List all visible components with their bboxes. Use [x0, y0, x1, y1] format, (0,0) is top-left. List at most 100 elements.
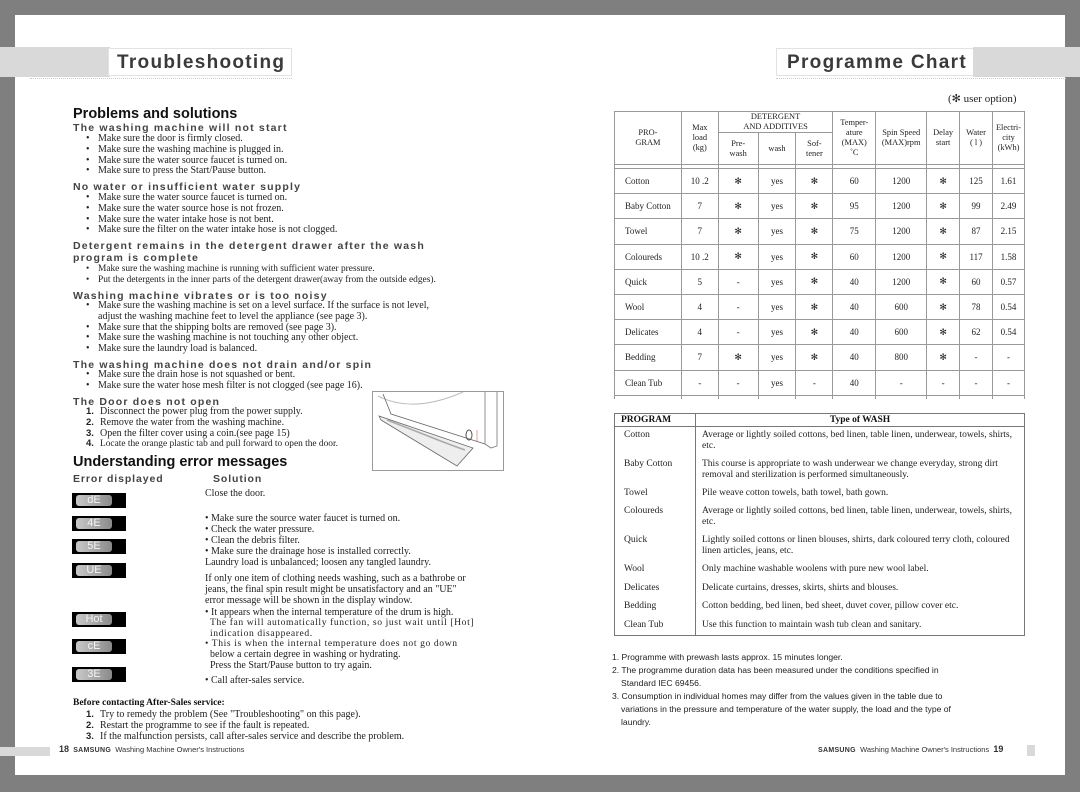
cell-wash: yes — [757, 218, 797, 245]
cell-prewash: ✻ — [717, 193, 759, 220]
wash-row: Wool Only machine washable woolens with p… — [614, 561, 1025, 580]
col-solution: Solution — [213, 473, 263, 485]
cell-wash: yes — [757, 293, 797, 321]
cell-spin: 1200 — [875, 218, 928, 245]
cell-softener: ✻ — [795, 319, 834, 346]
cell-water: 117 — [959, 243, 993, 270]
wash-row: Baby Cotton This course is appropriate to… — [614, 455, 1025, 485]
col-wash: wash — [757, 132, 797, 165]
bullet-list: Make sure the washing machine is running… — [84, 264, 436, 286]
cell-spin: 1200 — [875, 268, 928, 295]
cell-spin: 1200 — [875, 243, 928, 270]
cell-spin: - — [875, 369, 928, 396]
program-row-quick: Quick 5- yes ✻ 40 1200 ✻ 60 0.57 — [614, 268, 1026, 295]
footer-right: SAMSUNG Washing Machine Owner's Instruct… — [818, 744, 1004, 754]
cell-wash: yes — [757, 268, 797, 295]
wash-type-description: Average or lightly soiled cottons, bed l… — [702, 506, 1012, 527]
cell-name: Coloureds — [614, 243, 682, 270]
cell-softener: - — [795, 369, 834, 396]
cell-spin: 600 — [875, 293, 928, 321]
cell-wash: yes — [757, 243, 797, 270]
cell-name: Bedding — [614, 344, 682, 371]
list-item: 4. Locate the orange plastic tab and pull… — [86, 438, 338, 450]
list-item: Make sure the washing machine is set on … — [84, 300, 454, 323]
wash-type-description: Delicate curtains, dresses, skirts, shir… — [702, 582, 899, 593]
error-code-4E: 4E — [72, 516, 126, 531]
list-item: Make sure the water hose mesh filter is … — [84, 380, 363, 392]
program-row-clean-tub: Clean Tub - - yes -40- - - - — [614, 369, 1026, 396]
cell-load: 4 — [680, 319, 719, 346]
error-code-Hot: Hot — [72, 612, 126, 627]
wash-type-description: Use this function to maintain wash tub c… — [702, 619, 922, 630]
cell-elec: - — [991, 344, 1026, 371]
cell-water: 60 — [959, 268, 993, 295]
cell-name: Cotton — [614, 167, 682, 195]
note: 3. Consumption in individual homes may d… — [612, 690, 951, 727]
error-code-5E: 5E — [72, 539, 126, 554]
wash-program-name: Towel — [614, 484, 696, 503]
cell-spin: 1200 — [875, 167, 928, 195]
wash-row: Coloureds Average or lightly soiled cotto… — [614, 503, 1025, 532]
list-item: Make sure the laundry load is balanced. — [84, 343, 454, 355]
cell-water: 78 — [959, 293, 993, 321]
problems-heading: Problems and solutions — [73, 106, 238, 122]
cell-softener: ✻ — [795, 193, 834, 220]
cell-elec: - — [991, 369, 1026, 396]
cell-prewash: ✻ — [717, 167, 759, 195]
cell-load: - — [680, 369, 719, 396]
cell-prewash: - — [717, 369, 759, 396]
cell-elec: 2.15 — [991, 218, 1026, 245]
cell-softener: ✻ — [795, 243, 834, 270]
wash-row: Clean Tub Use this function to maintain w… — [614, 616, 1025, 635]
title-band-right — [973, 47, 1080, 77]
list-item: Make sure the water source hose is not f… — [84, 203, 337, 215]
note: 1. Programme with prewash lasts approx. … — [612, 652, 843, 662]
program-row-bedding: Bedding 7 ✻ yes ✻ 40 800 ✻ - - — [614, 344, 1026, 371]
title-band-left — [0, 47, 110, 77]
cell-name: Baby Cotton — [614, 193, 682, 220]
filter-cover-illustration — [372, 391, 504, 471]
cell-temp: 40 — [832, 319, 877, 346]
cell-elec: 2.49 — [991, 193, 1026, 220]
wash-program-name: Cotton — [614, 426, 696, 456]
list-item: 3. Open the filter cover using a coin.(se… — [86, 427, 290, 439]
cell-delay: ✻ — [926, 319, 961, 346]
errors-heading: Understanding error messages — [73, 454, 288, 470]
wash-row: Bedding Cotton bedding, bed linen, bed sh… — [614, 598, 1025, 617]
cell-delay: - — [926, 369, 961, 396]
col-program: PROGRAM — [614, 413, 696, 427]
solution-3E: • Call after-sales service. — [205, 675, 305, 686]
washing-machine-illustration-icon — [377, 391, 498, 467]
cell-delay: ✻ — [926, 167, 961, 195]
cell-wash: yes — [757, 344, 797, 371]
wash-type-description: Lightly soiled cottons or linen blouses,… — [702, 535, 1010, 556]
list-item: Make sure the washing machine is plugged… — [84, 144, 287, 156]
cell-softener: ✻ — [795, 268, 834, 295]
cell-wash: yes — [757, 193, 797, 220]
wash-program-name: Baby Cotton — [614, 455, 696, 485]
cell-elec: 1.61 — [991, 167, 1026, 195]
cell-name: Wool — [614, 293, 682, 321]
notes-list: 1. Programme with prewash lasts approx. … — [612, 651, 971, 728]
cell-load: 7 — [680, 344, 719, 371]
col-max-load: Max load (kg) — [680, 111, 719, 165]
cell-spin: 600 — [875, 319, 928, 346]
cell-temp: 40 — [832, 268, 877, 295]
wash-program-name: Wool — [614, 561, 696, 580]
bullet-list: Make sure the washing machine is set on … — [84, 300, 454, 355]
cell-elec: 0.57 — [991, 268, 1026, 295]
user-option-legend: (✻ user option) — [948, 93, 1017, 105]
cell-temp: 60 — [832, 167, 877, 195]
list-item: Put the detergents in the inner parts of… — [84, 275, 436, 286]
wash-type-table: PROGRAM Type of WASH Cotton Average or li… — [614, 413, 1025, 636]
footer-tab — [1027, 745, 1035, 756]
cell-load: 7 — [680, 218, 719, 245]
solution-UE-extra: If only one item of clothing needs washi… — [205, 573, 466, 606]
wash-program-name: Quick — [614, 532, 696, 561]
col-error-displayed: Error displayed — [73, 473, 164, 485]
cell-temp: 40 — [832, 369, 877, 396]
wash-row: Quick Lightly soiled cottons or linen blo… — [614, 532, 1025, 561]
cell-spin: 1200 — [875, 193, 928, 220]
wash-program-name: Delicates — [614, 579, 696, 598]
wash-type-description: Pile weave cotton towels, bath towel, ba… — [702, 487, 889, 498]
